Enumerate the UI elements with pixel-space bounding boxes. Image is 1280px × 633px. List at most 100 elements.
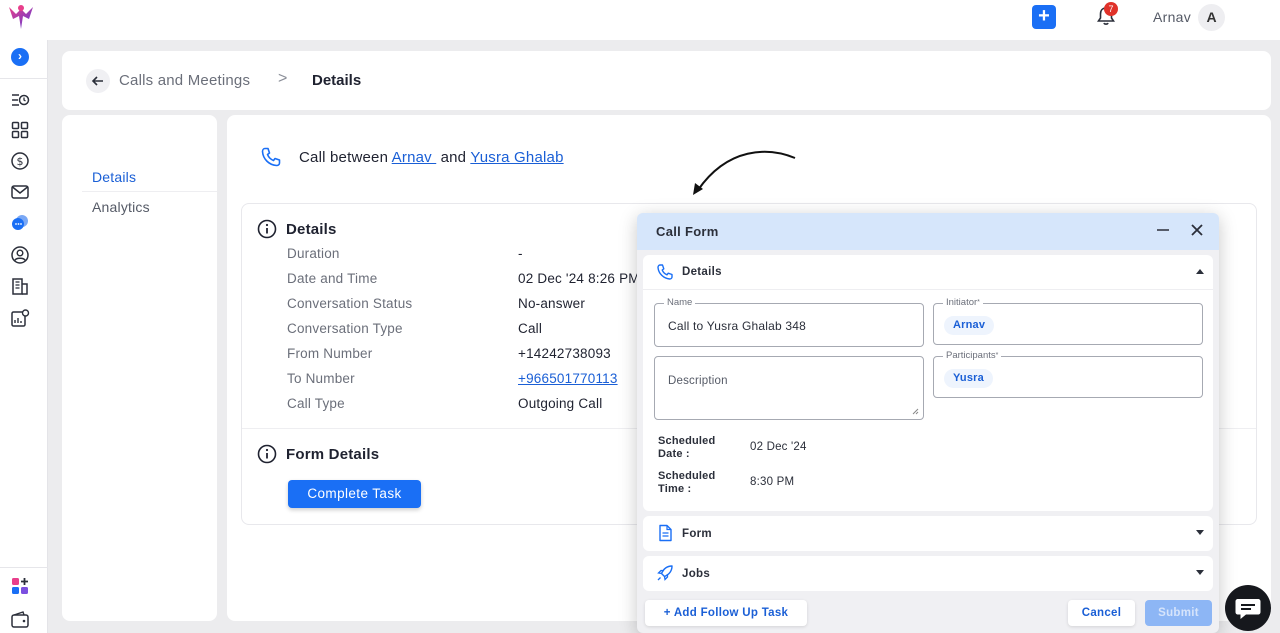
create-new-button[interactable]: + bbox=[1032, 5, 1056, 29]
document-icon bbox=[659, 524, 672, 542]
description-placeholder: Description bbox=[668, 375, 728, 387]
notification-badge: 7 bbox=[1104, 2, 1118, 16]
call-type-label: Call Type bbox=[287, 396, 345, 411]
participants-field-label: Participants bbox=[946, 350, 996, 361]
info-icon bbox=[257, 219, 277, 239]
required-mark: * bbox=[995, 352, 999, 359]
breadcrumb: Calls and Meetings > Details bbox=[62, 51, 1271, 110]
page-title: Details bbox=[312, 72, 362, 89]
annotation-arrow-icon bbox=[693, 150, 796, 195]
chart-gear-icon[interactable] bbox=[10, 308, 30, 328]
from-number-label: From Number bbox=[287, 346, 373, 361]
list-clock-icon[interactable] bbox=[10, 90, 30, 110]
date-time-value: 02 Dec '24 8:26 PM bbox=[518, 271, 640, 286]
call-title-conjunction: and bbox=[436, 149, 471, 166]
submit-button[interactable]: Submit bbox=[1145, 600, 1212, 626]
conversation-type-value: Call bbox=[518, 321, 543, 336]
rocket-icon bbox=[657, 565, 673, 581]
scheduled-date-value: 02 Dec '24 bbox=[750, 441, 807, 453]
complete-task-button[interactable]: Complete Task bbox=[288, 480, 421, 508]
call-type-value: Outgoing Call bbox=[518, 396, 603, 411]
dollar-icon[interactable]: $ bbox=[10, 151, 30, 171]
accordion-divider bbox=[643, 289, 1213, 290]
building-icon[interactable] bbox=[10, 276, 30, 296]
top-bar: + 7 Arnav A bbox=[0, 0, 1280, 40]
tab-divider bbox=[82, 191, 217, 192]
call-form-modal: Call Form Details Name Call to Yusra Gha… bbox=[637, 213, 1219, 633]
tab-analytics[interactable]: Analytics bbox=[92, 199, 150, 215]
phone-icon bbox=[657, 264, 673, 280]
user-name[interactable]: Arnav bbox=[1153, 9, 1191, 25]
description-field[interactable]: Description bbox=[654, 356, 924, 420]
chat-icon[interactable] bbox=[10, 213, 30, 233]
conversation-status-value: No-answer bbox=[518, 296, 586, 311]
scheduled-date-label-line2: Date : bbox=[658, 448, 690, 460]
participants-field-legend: Participants* bbox=[943, 350, 1002, 362]
apps-add-icon[interactable] bbox=[10, 576, 30, 596]
scheduled-time-value: 8:30 PM bbox=[750, 476, 795, 488]
initiator-field-legend: Initiator* bbox=[943, 297, 983, 309]
back-button[interactable] bbox=[86, 69, 110, 93]
from-number-value: +14242738093 bbox=[518, 346, 611, 361]
close-icon[interactable] bbox=[1188, 221, 1206, 239]
details-title: Details bbox=[286, 221, 337, 238]
initiator-chip[interactable]: Arnav bbox=[944, 316, 995, 335]
cancel-button[interactable]: Cancel bbox=[1068, 600, 1135, 626]
caret-down-icon[interactable] bbox=[1195, 529, 1205, 537]
info-icon bbox=[257, 444, 277, 464]
phone-icon bbox=[261, 147, 281, 167]
chevron-right-icon: > bbox=[278, 70, 288, 87]
add-follow-up-task-button[interactable]: + Add Follow Up Task bbox=[645, 600, 807, 626]
resize-handle-icon[interactable] bbox=[911, 407, 919, 415]
sidebar-divider bbox=[0, 567, 48, 568]
initiator-field-label: Initiator bbox=[946, 297, 978, 308]
scheduled-date-label: Scheduled Date : bbox=[658, 435, 715, 461]
date-time-label: Date and Time bbox=[287, 271, 378, 286]
wallet-icon[interactable] bbox=[10, 610, 30, 630]
name-field-label: Name bbox=[664, 297, 696, 309]
jobs-accordion[interactable]: Jobs bbox=[643, 556, 1213, 591]
chat-support-button[interactable] bbox=[1225, 585, 1271, 631]
participants-field[interactable]: Participants* Yusra bbox=[933, 350, 1203, 398]
conversation-status-label: Conversation Status bbox=[287, 296, 413, 311]
required-mark: * bbox=[977, 299, 980, 306]
modal-header: Call Form bbox=[637, 213, 1219, 250]
duration-label: Duration bbox=[287, 246, 340, 261]
app-logo-icon[interactable] bbox=[7, 4, 35, 30]
duration-value: - bbox=[518, 246, 523, 261]
user-circle-icon[interactable] bbox=[10, 245, 30, 265]
caret-down-icon[interactable] bbox=[1195, 569, 1205, 577]
minimize-icon[interactable] bbox=[1154, 221, 1172, 239]
jobs-accordion-label[interactable]: Jobs bbox=[682, 568, 710, 580]
chevron-right-icon[interactable]: › bbox=[11, 48, 29, 66]
scheduled-time-label: Scheduled Time : bbox=[658, 470, 715, 496]
breadcrumb-parent-link[interactable]: Calls and Meetings bbox=[119, 72, 250, 89]
party-a-link[interactable]: Arnav bbox=[392, 149, 437, 166]
to-number-link[interactable]: +966501770113 bbox=[518, 371, 618, 386]
name-field[interactable]: Name Call to Yusra Ghalab 348 bbox=[654, 297, 924, 347]
form-accordion-label[interactable]: Form bbox=[682, 528, 712, 540]
details-accordion: Details Name Call to Yusra Ghalab 348 In… bbox=[643, 255, 1213, 511]
initiator-field[interactable]: Initiator* Arnav bbox=[933, 297, 1203, 345]
grid-icon[interactable] bbox=[10, 120, 30, 140]
party-b-link[interactable]: Yusra Ghalab bbox=[470, 149, 563, 166]
caret-up-icon[interactable] bbox=[1195, 267, 1205, 275]
sidebar-divider bbox=[0, 78, 48, 79]
conversation-type-label: Conversation Type bbox=[287, 321, 403, 336]
details-accordion-label[interactable]: Details bbox=[682, 266, 722, 278]
form-accordion[interactable]: Form bbox=[643, 516, 1213, 551]
call-title-prefix: Call between bbox=[299, 149, 389, 166]
detail-tabs: Details Analytics bbox=[62, 115, 217, 621]
tab-details[interactable]: Details bbox=[92, 169, 136, 185]
participant-chip[interactable]: Yusra bbox=[944, 369, 993, 388]
mail-icon[interactable] bbox=[10, 182, 30, 202]
form-details-title: Form Details bbox=[286, 446, 380, 463]
scheduled-time-label-line1: Scheduled bbox=[658, 470, 716, 482]
call-title: Call between Arnav and Yusra Ghalab bbox=[299, 149, 564, 166]
sidebar: › $ bbox=[0, 40, 48, 633]
arrow-left-icon bbox=[91, 76, 103, 86]
name-field-value[interactable]: Call to Yusra Ghalab 348 bbox=[668, 319, 806, 333]
svg-text:$: $ bbox=[17, 155, 24, 168]
avatar[interactable]: A bbox=[1198, 4, 1225, 31]
scheduled-date-label-line1: Scheduled bbox=[658, 435, 716, 447]
